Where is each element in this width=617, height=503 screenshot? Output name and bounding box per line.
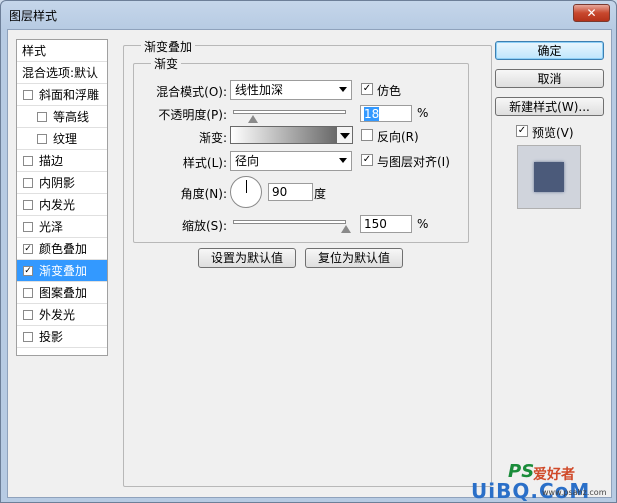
side-item-checkbox[interactable] [23, 156, 33, 166]
side-item-label: 渐变叠加 [39, 264, 88, 278]
side-item-checkbox[interactable]: ✓ [23, 266, 33, 276]
opacity-value: 18 [364, 107, 380, 121]
side-item[interactable]: 纹理 [17, 128, 107, 150]
side-item-checkbox[interactable] [23, 310, 33, 320]
cancel-button[interactable]: 取消 [495, 69, 604, 88]
gradient-label: 渐变: [198, 131, 227, 145]
side-item-checkbox[interactable] [23, 222, 33, 232]
style-label: 样式(L): [182, 156, 227, 170]
side-item-checkbox[interactable]: ✓ [23, 244, 33, 254]
side-item[interactable]: ✓ 颜色叠加 [17, 238, 107, 260]
angle-unit: 度 [314, 187, 327, 201]
side-item[interactable]: ✓ 渐变叠加 [17, 260, 107, 282]
side-item-label: 混合选项:默认 [22, 66, 99, 80]
gradient-subgroup-title: 渐变 [151, 55, 182, 72]
reset-default-button[interactable]: 复位为默认值 [305, 248, 403, 268]
side-item-label: 光泽 [39, 220, 64, 234]
style-select[interactable]: 径向 [230, 151, 352, 171]
scale-label: 缩放(S): [181, 219, 227, 233]
new-style-button[interactable]: 新建样式(W)... [495, 97, 604, 116]
side-item[interactable]: 描边 [17, 150, 107, 172]
scale-unit: % [417, 217, 429, 231]
side-item-label: 外发光 [39, 308, 76, 322]
triangle-down-icon [340, 133, 350, 139]
angle-needle [246, 180, 247, 193]
side-item-label: 图案叠加 [39, 286, 88, 300]
side-item[interactable]: 投影 [17, 326, 107, 348]
side-item-label: 内发光 [39, 198, 76, 212]
align-with-layer-checkbox[interactable]: ✓ [361, 154, 373, 166]
chevron-down-icon [339, 87, 347, 92]
side-item-label: 颜色叠加 [39, 242, 88, 256]
dialog-title: 图层样式 [9, 9, 58, 23]
layer-style-dialog: 图层样式 ✕ 样式混合选项:默认斜面和浮雕等高线纹理描边内阴影内发光光泽 ✓ 颜色叠… [0, 0, 617, 503]
side-item[interactable]: 图案叠加 [17, 282, 107, 304]
side-item-label: 内阴影 [39, 176, 76, 190]
side-item-checkbox[interactable] [23, 332, 33, 342]
opacity-input[interactable]: 18 [360, 105, 412, 122]
chevron-down-icon [339, 158, 347, 163]
angle-dial[interactable] [230, 176, 262, 208]
gradient-overlay-title: 渐变叠加 [141, 38, 196, 55]
side-item-checkbox[interactable] [23, 200, 33, 210]
preview-checkbox[interactable]: ✓ [516, 125, 528, 137]
side-item-label: 斜面和浮雕 [39, 88, 100, 102]
blend-mode-value: 线性加深 [235, 83, 284, 97]
side-item[interactable]: 混合选项:默认 [17, 62, 107, 84]
opacity-slider-thumb[interactable] [248, 115, 259, 123]
side-item[interactable]: 光泽 [17, 216, 107, 238]
side-item-label: 描边 [39, 154, 64, 168]
align-with-layer-label: 与图层对齐(I) [377, 155, 450, 169]
close-button[interactable]: ✕ [573, 4, 610, 22]
opacity-label: 不透明度(P): [158, 108, 227, 122]
dialog-client-area: 样式混合选项:默认斜面和浮雕等高线纹理描边内阴影内发光光泽 ✓ 颜色叠加 ✓ 渐变叠加图… [7, 29, 612, 498]
side-item-label: 样式 [22, 44, 47, 58]
gradient-picker-swatch[interactable] [230, 126, 337, 144]
scale-slider-thumb[interactable] [341, 225, 351, 233]
gradient-dropdown-button[interactable] [337, 126, 353, 144]
reverse-label: 反向(R) [377, 130, 419, 144]
side-item-checkbox[interactable] [23, 90, 33, 100]
reverse-checkbox[interactable] [361, 129, 373, 141]
side-item[interactable]: 等高线 [17, 106, 107, 128]
blend-mode-select[interactable]: 线性加深 [230, 80, 352, 100]
make-default-button[interactable]: 设置为默认值 [198, 248, 296, 268]
side-item-label: 等高线 [53, 110, 90, 124]
blend-mode-label: 混合模式(O): [156, 85, 227, 99]
dither-checkbox[interactable]: ✓ [361, 83, 373, 95]
side-item-checkbox[interactable] [37, 134, 47, 144]
side-item[interactable]: 斜面和浮雕 [17, 84, 107, 106]
side-item[interactable]: 内发光 [17, 194, 107, 216]
side-item-label: 纹理 [53, 132, 78, 146]
scale-value: 150 [364, 217, 387, 231]
opacity-unit: % [417, 106, 429, 120]
side-item-checkbox[interactable] [23, 178, 33, 188]
preview-label: 预览(V) [532, 126, 574, 140]
title-bar[interactable]: 图层样式 ✕ [1, 1, 616, 29]
opacity-slider-track[interactable] [233, 110, 346, 114]
side-item[interactable]: 内阴影 [17, 172, 107, 194]
scale-slider-track[interactable] [233, 220, 346, 224]
ok-button[interactable]: 确定 [495, 41, 604, 60]
side-item[interactable]: 外发光 [17, 304, 107, 326]
style-preview-box [517, 145, 581, 209]
angle-label: 角度(N): [180, 187, 227, 201]
side-item-checkbox[interactable] [37, 112, 47, 122]
angle-input[interactable]: 90 [268, 183, 313, 201]
style-preview-swatch [534, 162, 564, 192]
styles-list: 样式混合选项:默认斜面和浮雕等高线纹理描边内阴影内发光光泽 ✓ 颜色叠加 ✓ 渐变叠加图… [16, 39, 108, 356]
scale-input[interactable]: 150 [360, 215, 412, 233]
side-item-label: 投影 [39, 330, 64, 344]
watermark-url: www.psahz.com [542, 488, 607, 497]
dither-label: 仿色 [377, 84, 402, 98]
angle-value: 90 [272, 185, 288, 199]
side-item-checkbox[interactable] [23, 288, 33, 298]
side-item[interactable]: 样式 [17, 40, 107, 62]
style-value: 径向 [235, 154, 260, 168]
